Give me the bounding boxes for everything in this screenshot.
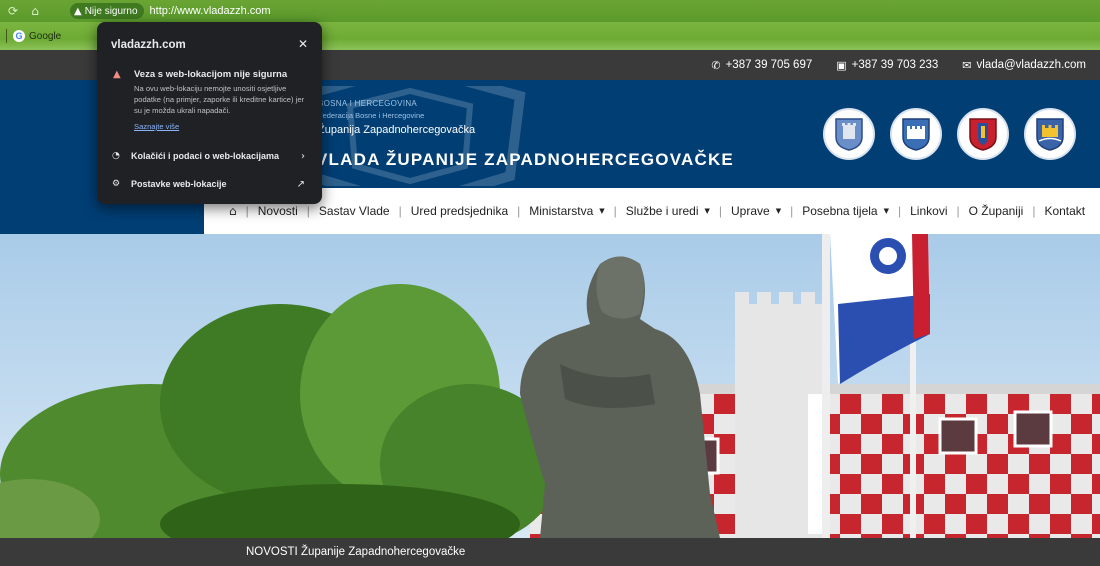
statue-photo <box>0 234 1100 538</box>
nav-separator: | <box>718 204 723 218</box>
nav-label: Ured predsjednika <box>410 204 509 218</box>
municipality-crest-2[interactable] <box>890 108 942 160</box>
fax-icon: ▣ <box>836 58 847 72</box>
google-icon: G <box>13 30 25 42</box>
nav-label: Posebna tijela <box>802 204 878 218</box>
nav-item-o-zupaniji[interactable]: O Županiji <box>969 204 1024 218</box>
nav-separator: | <box>613 204 617 218</box>
nav-separator: | <box>306 204 310 218</box>
nav-label: O Županiji <box>968 204 1024 218</box>
nav-label: Novosti <box>257 204 298 218</box>
home-icon[interactable]: ⌂ <box>26 2 44 20</box>
nav-label: Službe i uredi <box>625 204 699 218</box>
nav-separator: | <box>898 204 902 218</box>
nav-separator: | <box>398 204 402 218</box>
address-bar[interactable]: http://www.vladazzh.com <box>150 5 271 17</box>
shield-crest-icon <box>969 118 997 151</box>
warning-icon: ▲ <box>113 69 121 80</box>
fax-number: +387 39 703 233 <box>851 59 939 71</box>
federation-label: Federacija Bosne i Hercegovine <box>318 111 425 120</box>
country-label: BOSNA I HERCEGOVINA <box>318 99 418 108</box>
news-heading[interactable]: NOVOSTI Županije Zapadnohercegovačke <box>246 546 465 558</box>
bookmark-label: Google <box>29 30 62 42</box>
site-settings-label: Postavke web-lokacije <box>131 179 227 189</box>
news-bar: NOVOSTI Županije Zapadnohercegovačke <box>0 538 1100 566</box>
popup-domain: vladazzh.com <box>111 39 186 51</box>
security-chip[interactable]: ▲ Nije sigurno <box>70 3 144 19</box>
phone-number: +387 39 705 697 <box>725 59 813 71</box>
bookmark-google[interactable]: G Google <box>13 30 61 42</box>
not-secure-icon: ▲ <box>74 5 82 17</box>
caret-down-icon: ▼ <box>883 207 889 215</box>
municipality-crest-1[interactable] <box>823 108 875 160</box>
cookies-label: Kolačići i podaci o web-lokacijama <box>131 151 280 161</box>
castle-crest-icon <box>902 118 930 151</box>
nav-label: Linkovi <box>910 204 948 218</box>
nav-item-sluzbe-i-uredi[interactable]: Službe i uredi ▼ <box>626 204 710 218</box>
municipality-crest-3[interactable] <box>957 108 1009 160</box>
county-label: Županija Zapadnohercegovačka <box>318 124 476 136</box>
gear-icon: ⚙ <box>112 179 121 189</box>
nav-item-uprave[interactable]: Uprave ▼ <box>731 204 781 218</box>
caret-down-icon: ▼ <box>704 207 710 215</box>
hero-image <box>0 234 1100 538</box>
caret-down-icon: ▼ <box>775 207 782 215</box>
fax-contact[interactable]: ▣ +387 39 703 233 <box>836 59 938 72</box>
nav-item-sastav-vlade[interactable]: Sastav Vlade <box>319 204 390 218</box>
envelope-icon: ✉ <box>962 58 972 72</box>
municipality-crest-4[interactable] <box>1024 108 1076 160</box>
main-navigation: ⌂ | Novosti | Sastav Vlade | Ured predsj… <box>204 188 1100 234</box>
nav-label: Sastav Vlade <box>318 204 390 218</box>
home-icon[interactable]: ⌂ <box>229 204 237 218</box>
site-info-popup: vladazzh.com ✕ ▲ Veza s web-lokacijom ni… <box>97 22 322 204</box>
site-title[interactable]: VLADA ŽUPANIJE ZAPADNOHERCEGOVAČKE <box>316 150 734 170</box>
nav-separator: | <box>517 204 521 218</box>
external-link-icon: ↗ <box>296 178 305 190</box>
phone-icon: ✆ <box>711 58 721 72</box>
security-chip-label: Nije sigurno <box>84 5 138 17</box>
warning-body: Na ovu web-lokaciju nemojte unositi osje… <box>134 84 305 115</box>
browser-toolbar: ⟳ ⌂ ▲ Nije sigurno http://www.vladazzh.c… <box>0 0 1100 22</box>
nav-item-linkovi[interactable]: Linkovi <box>910 204 947 218</box>
phone-contact[interactable]: ✆ +387 39 705 697 <box>711 59 812 72</box>
nav-separator: | <box>956 204 960 218</box>
site-settings-row[interactable]: ⚙ Postavke web-lokacije ↗ <box>97 173 322 195</box>
nav-item-kontakt[interactable]: Kontakt <box>1044 204 1085 218</box>
nav-label: Uprave <box>731 204 770 218</box>
tower-crest-icon <box>835 118 863 151</box>
nav-item-ured-predsjednika[interactable]: Ured predsjednika <box>411 204 508 218</box>
cookies-row[interactable]: ◔ Kolačići i podaci o web-lokacijama › <box>97 145 322 167</box>
caret-down-icon: ▼ <box>599 207 605 215</box>
fortress-crest-icon <box>1036 118 1064 151</box>
bookmarks-divider <box>6 29 7 43</box>
nav-separator: | <box>790 204 794 218</box>
email-address: vlada@vladazzh.com <box>976 59 1086 71</box>
close-icon[interactable]: ✕ <box>298 37 308 51</box>
nav-item-ministarstva[interactable]: Ministarstva ▼ <box>529 204 604 218</box>
nav-label: Kontakt <box>1044 204 1086 218</box>
nav-label: Ministarstva <box>529 204 594 218</box>
chevron-right-icon: › <box>301 150 305 162</box>
nav-item-posebna-tijela[interactable]: Posebna tijela ▼ <box>802 204 889 218</box>
email-contact[interactable]: ✉ vlada@vladazzh.com <box>962 59 1086 72</box>
nav-separator: | <box>1032 204 1036 218</box>
nav-item-novosti[interactable]: Novosti <box>258 204 298 218</box>
warning-title: Veza s web-lokacijom nije sigurna <box>134 69 288 80</box>
cookie-icon: ◔ <box>112 151 120 161</box>
nav-separator: | <box>245 204 249 218</box>
learn-more-link[interactable]: Saznajte više <box>134 122 179 131</box>
reload-icon[interactable]: ⟳ <box>4 2 22 20</box>
